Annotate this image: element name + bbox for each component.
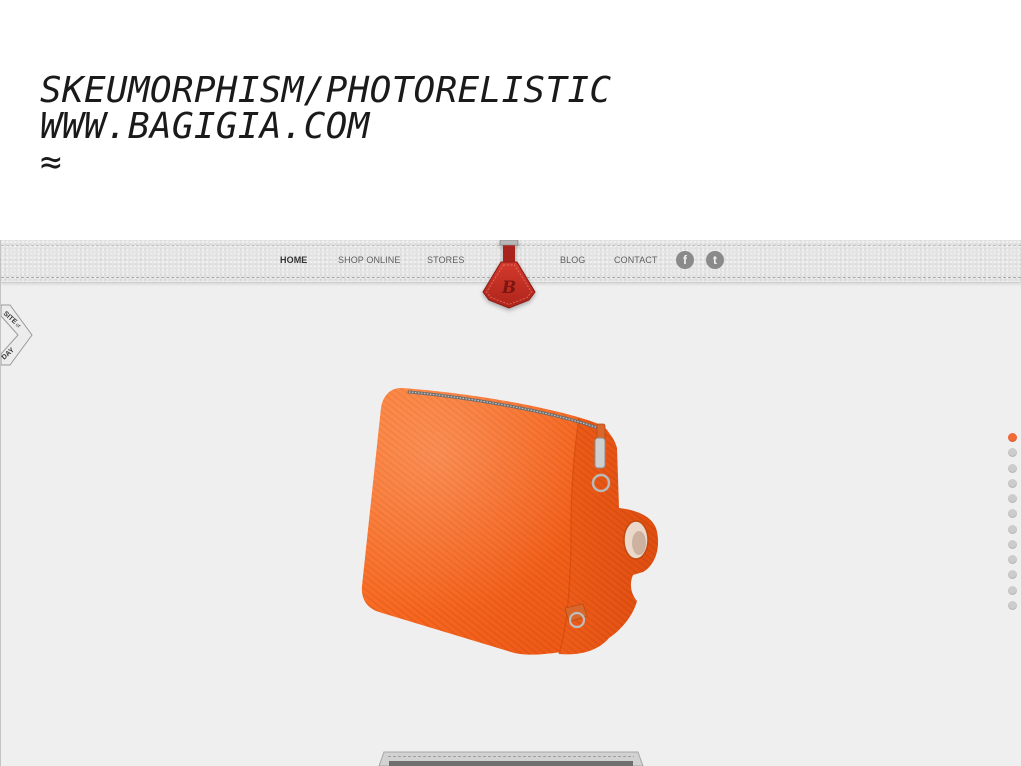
pagination-dot[interactable]	[1008, 539, 1017, 549]
pagination-dot[interactable]	[1008, 570, 1017, 580]
bag-handle-opening-shadow	[632, 531, 646, 555]
website-screenshot: HOME SHOP ONLINE STORES BLOG CONTACT f t…	[0, 240, 1021, 766]
leather-tag-logo[interactable]: B	[479, 240, 539, 312]
bottom-drawer-tab[interactable]	[371, 748, 651, 766]
pagination-dot[interactable]	[1008, 478, 1017, 488]
slide-heading-symbol: ≈	[40, 142, 62, 183]
product-bag-image	[361, 388, 659, 655]
bag-strap-clip	[594, 437, 606, 469]
pagination-dot[interactable]	[1008, 524, 1017, 534]
pagination-dot[interactable]	[1008, 463, 1017, 473]
facebook-icon[interactable]: f	[676, 251, 694, 269]
nav-shop-online[interactable]: SHOP ONLINE	[338, 255, 400, 265]
nav-contact[interactable]: CONTACT	[614, 255, 658, 265]
pagination-dot[interactable]	[1008, 494, 1017, 504]
nav-blog[interactable]: BLOG	[560, 255, 585, 265]
pagination-dot[interactable]	[1008, 509, 1017, 519]
slide-heading-line1: SKEUMORPHISM/PHOTORELISTIC	[40, 70, 612, 111]
pagination-dot[interactable]	[1008, 600, 1017, 610]
logo-letter: B	[501, 278, 516, 298]
pagination-dot[interactable]	[1008, 433, 1017, 442]
site-of-the-day-badge[interactable]: SITEof DAY	[1, 300, 41, 370]
nav-home[interactable]: HOME	[280, 255, 307, 265]
pagination-dot[interactable]	[1008, 585, 1017, 595]
tab-inner-band	[389, 761, 633, 766]
nav-stores[interactable]: STORES	[427, 255, 464, 265]
twitter-icon[interactable]: t	[706, 251, 724, 269]
slide-heading-url: WWW.BAGIGIA.COM	[40, 106, 370, 147]
tag-metal-clip	[499, 240, 519, 246]
pagination-dot[interactable]	[1008, 448, 1017, 458]
pagination	[1008, 433, 1018, 613]
pagination-dot[interactable]	[1008, 555, 1017, 565]
